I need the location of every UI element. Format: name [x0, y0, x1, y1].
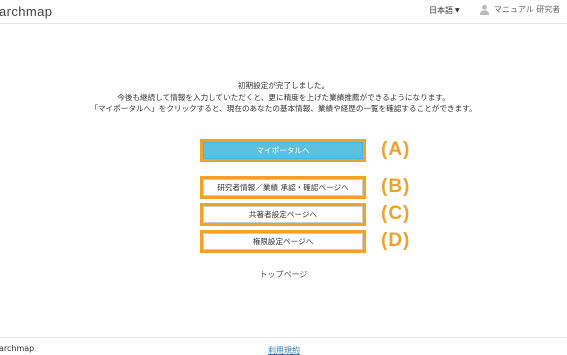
my-portal-button[interactable]: マイポータルへ — [203, 142, 363, 159]
researcher-info-button[interactable]: 研究者情報／業績 承認・確認ページへ — [203, 179, 363, 196]
marker-b: (B) — [381, 176, 411, 197]
language-dropdown[interactable]: 日本語 ▼ — [429, 5, 460, 16]
user-menu[interactable]: マニュアル 研究者 — [479, 4, 560, 15]
marker-a: (A) — [381, 139, 411, 160]
top-header: archmap 日本語 ▼ マニュアル 研究者 — [0, 0, 567, 24]
permission-settings-highlight: 権限設定ページへ — [200, 230, 366, 253]
language-label: 日本語 — [429, 6, 453, 15]
message-line-1: 初期設定が完了しました。 — [237, 81, 330, 90]
terms-link[interactable]: 利用規約 — [268, 345, 300, 355]
researcher-info-highlight: 研究者情報／業績 承認・確認ページへ — [200, 176, 366, 199]
coauthor-settings-button[interactable]: 共著者設定ページへ — [203, 206, 363, 223]
completion-message: 初期設定が完了しました。 今後も継続して情報を入力していただくと、更に精度を上げ… — [0, 80, 567, 115]
user-name: マニュアル 研究者 — [494, 5, 561, 14]
marker-c: (C) — [381, 203, 411, 224]
coauthor-settings-highlight: 共著者設定ページへ — [200, 203, 366, 226]
my-portal-highlight: マイポータルへ — [200, 139, 366, 162]
message-line-3: 「マイポータルへ」をクリックすると、現在のあなたの基本情報、業績や経歴の一覧を確… — [90, 104, 477, 113]
user-icon — [479, 4, 490, 15]
app-logo[interactable]: archmap — [0, 4, 52, 19]
footer-logo: archmap — [0, 344, 35, 353]
permission-settings-button[interactable]: 権限設定ページへ — [203, 233, 363, 250]
message-line-2: 今後も継続して情報を入力していただくと、更に精度を上げた業績推薦ができるようにな… — [117, 92, 450, 102]
caret-down-icon: ▼ — [455, 7, 460, 14]
top-page-link[interactable]: トップページ — [0, 269, 567, 280]
marker-d: (D) — [381, 230, 411, 251]
footer: archmap 利用規約 — [0, 337, 567, 355]
